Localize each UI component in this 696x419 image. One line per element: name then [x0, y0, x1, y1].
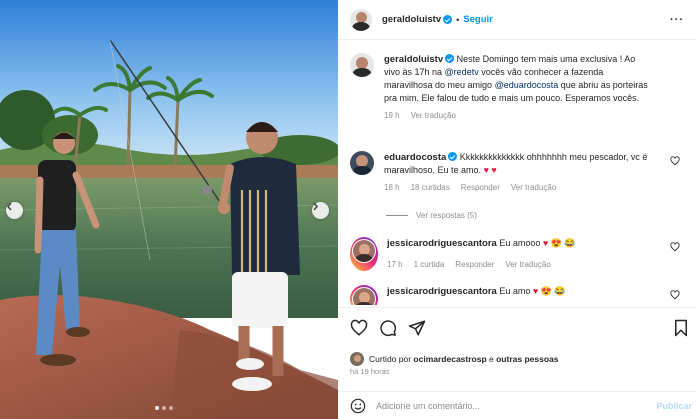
comment-meta: 17 h 1 curtida Responder Ver tradução	[387, 258, 655, 271]
emoji-icon[interactable]	[350, 398, 366, 414]
post-photo	[0, 0, 338, 419]
liked-by-others[interactable]: outras pessoas	[496, 354, 558, 364]
verified-badge-icon	[443, 15, 453, 24]
publish-button[interactable]: Publicar	[656, 401, 692, 411]
carousel-next-button[interactable]	[312, 202, 329, 219]
liked-by-suffix: e	[486, 354, 497, 364]
reply-button[interactable]: Responder	[455, 258, 494, 271]
story-ring[interactable]	[350, 285, 378, 305]
story-ring[interactable]	[350, 237, 378, 271]
comment-username[interactable]: jessicarodriguescantora	[387, 238, 497, 249]
emoji: ♥ 😍 😂	[542, 238, 576, 248]
caption: geraldoluistv Neste Domingo tem mais uma…	[350, 53, 684, 122]
comment-body: eduardocosta Kkkkkkkkkkkkkk ohhhhhhh meu…	[384, 151, 652, 194]
avatar[interactable]	[350, 53, 374, 77]
post-author-username[interactable]: geraldoluistv	[382, 14, 441, 25]
avatar-body	[352, 22, 370, 31]
comment-item: eduardocosta Kkkkkkkkkkkkkk ohhhhhhh meu…	[350, 151, 684, 194]
caption-username[interactable]: geraldoluistv	[384, 54, 443, 65]
comment-username[interactable]: jessicarodriguescantora	[387, 286, 497, 297]
like-comment-heart-icon[interactable]	[670, 242, 680, 252]
avatar-body	[355, 301, 373, 305]
comment-text: eduardocosta Kkkkkkkkkkkkkk ohhhhhhh meu…	[384, 151, 652, 177]
avatar-face	[353, 354, 361, 362]
comment-likes-count[interactable]: 1 curtida	[414, 258, 445, 271]
mention-link[interactable]: @eduardocosta	[495, 80, 559, 90]
like-comment-heart-icon[interactable]	[670, 156, 680, 166]
emoji: ♥ 😍 😂	[532, 286, 566, 296]
add-comment-bar: Adicione um comentário... Publicar	[338, 391, 696, 419]
like-comment-heart-icon[interactable]	[670, 290, 680, 300]
comment-text: jessicarodriguescantora Eu amo ♥ 😍 😂	[387, 285, 655, 298]
comment-time: 18 h	[384, 183, 400, 192]
comment-bubble-icon[interactable]	[379, 319, 397, 337]
comment-username[interactable]: eduardocosta	[384, 152, 446, 163]
translate-link[interactable]: Ver tradução	[505, 258, 550, 271]
avatar[interactable]	[350, 151, 374, 175]
post-side-panel: geraldoluistv • Seguir ··· geraldoluistv…	[338, 0, 696, 419]
separator: •	[456, 14, 460, 25]
avatar-body	[352, 67, 372, 77]
translate-link[interactable]: Ver tradução	[511, 181, 556, 194]
caption-text: geraldoluistv Neste Domingo tem mais uma…	[384, 53, 652, 105]
comment-text-part: Eu amooo	[496, 238, 543, 248]
comment-item: jessicarodriguescantora Eu amo ♥ 😍 😂	[350, 285, 684, 305]
carousel-prev-button[interactable]	[6, 202, 23, 219]
post-actions: Curtido por ocimardecastrosp e outras pe…	[338, 307, 696, 393]
reply-button[interactable]: Responder	[461, 181, 500, 194]
avatar	[353, 288, 375, 305]
more-options-icon[interactable]: ···	[670, 14, 684, 26]
heart-emoji: ♥ ♥	[483, 165, 497, 175]
avatar-body	[352, 165, 372, 175]
liked-by-text: Curtido por ocimardecastrosp e outras pe…	[369, 354, 558, 364]
caption-body: geraldoluistv Neste Domingo tem mais uma…	[384, 53, 652, 122]
caption-time: 19 h	[384, 111, 400, 120]
liked-by: Curtido por ocimardecastrosp e outras pe…	[350, 352, 558, 366]
comment-meta: 18 h 18 curtidas Responder Ver tradução	[384, 181, 652, 194]
comment-input[interactable]: Adicione um comentário...	[376, 401, 656, 411]
liked-by-prefix: Curtido por	[369, 354, 414, 364]
post-media[interactable]	[0, 0, 338, 419]
replies-divider	[386, 215, 408, 216]
follow-button[interactable]: Seguir	[463, 14, 493, 25]
like-heart-icon[interactable]	[350, 319, 368, 337]
caption-meta: 19 h Ver tradução	[384, 109, 652, 122]
comment-body: jessicarodriguescantora Eu amooo ♥ 😍 😂 1…	[387, 237, 655, 271]
view-replies-label: Ver respostas (5)	[416, 211, 477, 220]
view-replies-button[interactable]: Ver respostas (5)	[386, 211, 477, 220]
avatar[interactable]	[350, 352, 364, 366]
comment-text-part: Eu amo	[496, 286, 533, 296]
save-bookmark-icon[interactable]	[672, 319, 690, 337]
carousel-dot	[162, 406, 166, 410]
comment-likes-count[interactable]: 18 curtidas	[411, 181, 450, 194]
comment-body: jessicarodriguescantora Eu amo ♥ 😍 😂	[387, 285, 655, 305]
comment-time: 17 h	[387, 260, 403, 269]
mention-link[interactable]: @redetv	[445, 67, 479, 77]
carousel-dot	[169, 406, 173, 410]
translate-link[interactable]: Ver tradução	[411, 109, 456, 122]
share-paper-plane-icon[interactable]	[408, 319, 426, 337]
comments-list: geraldoluistv Neste Domingo tem mais uma…	[338, 41, 696, 305]
post-timestamp: há 19 horas	[350, 367, 390, 376]
carousel-dot	[155, 406, 159, 410]
verified-badge-icon	[448, 152, 458, 161]
comment-item: jessicarodriguescantora Eu amooo ♥ 😍 😂 1…	[350, 237, 684, 271]
chevron-right-icon	[313, 202, 318, 211]
chevron-left-icon	[7, 202, 12, 211]
post-header: geraldoluistv • Seguir ···	[338, 0, 696, 40]
verified-badge-icon	[445, 54, 455, 63]
avatar	[353, 240, 375, 262]
avatar-body	[355, 253, 373, 262]
liked-by-user[interactable]: ocimardecastrosp	[413, 354, 486, 364]
avatar[interactable]	[350, 8, 372, 31]
carousel-dots	[155, 406, 173, 410]
comment-text: jessicarodriguescantora Eu amooo ♥ 😍 😂	[387, 237, 655, 250]
